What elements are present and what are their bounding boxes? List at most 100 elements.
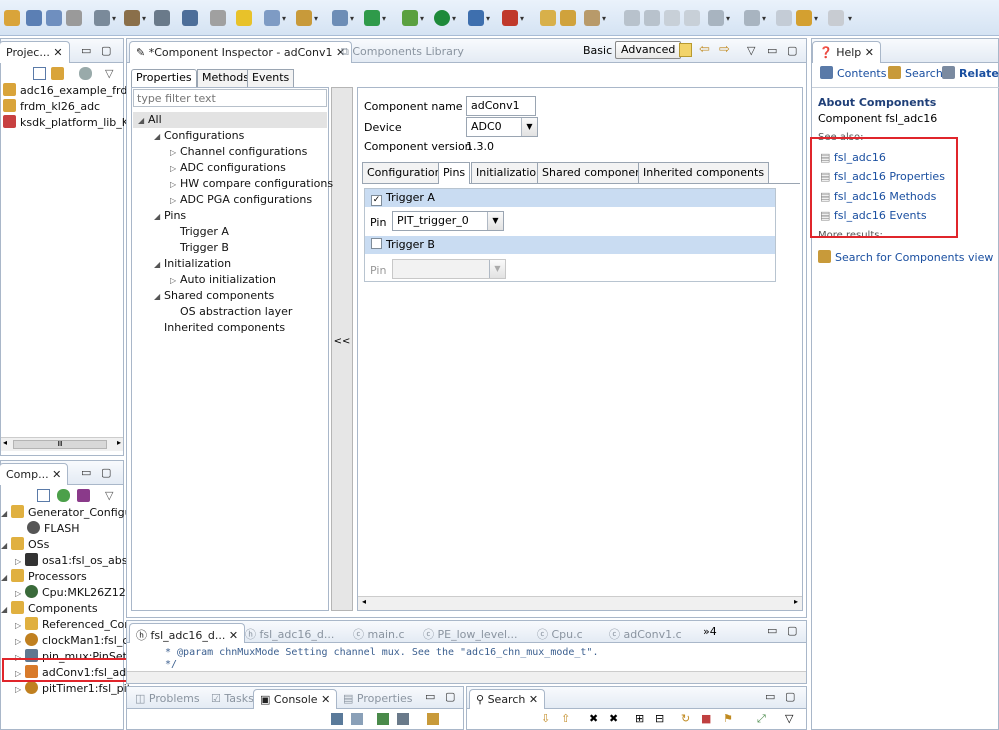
collapsed-icon[interactable]: ▷: [170, 145, 180, 161]
tree-item[interactable]: ◢ Shared components: [154, 288, 274, 304]
tab-source-file[interactable]: ⓒ Cpu.c: [531, 623, 589, 645]
print-icon[interactable]: [66, 10, 82, 26]
external-tool-icon[interactable]: [210, 10, 226, 26]
debug-config-icon[interactable]: [182, 10, 198, 26]
run-search-icon[interactable]: ↻: [681, 712, 690, 725]
minimize-icon[interactable]: ▭: [765, 690, 775, 703]
toggle-icon[interactable]: [664, 10, 680, 26]
forward-arrow-icon[interactable]: ⇨: [719, 42, 730, 57]
expand-all-icon[interactable]: ⊞: [635, 712, 644, 725]
chevron-down-icon[interactable]: ▼: [487, 212, 503, 230]
code-line[interactable]: * @param chnMuxMode Setting channel mux.…: [165, 647, 598, 658]
expanded-icon[interactable]: ◢: [154, 129, 164, 145]
dropdown-arrow-icon[interactable]: ▾: [314, 14, 318, 23]
refresh-icon[interactable]: [364, 10, 380, 26]
dropdown-arrow-icon[interactable]: ▾: [848, 14, 852, 23]
trigger-a-header[interactable]: ✓ Trigger A: [365, 189, 775, 207]
pen-icon[interactable]: [584, 10, 600, 26]
close-icon[interactable]: ✕: [52, 468, 61, 481]
maximize-icon[interactable]: ▢: [101, 466, 111, 479]
run-config-icon[interactable]: [468, 10, 484, 26]
scrollbar-thumb[interactable]: Ⅲ: [13, 440, 107, 449]
maximize-icon[interactable]: ▢: [785, 690, 795, 703]
tree-item[interactable]: ▷ Cpu:MKL26Z128: [15, 585, 133, 601]
tree-item[interactable]: Trigger A: [170, 224, 229, 240]
debug-icon[interactable]: [402, 10, 418, 26]
open-type-icon[interactable]: [560, 10, 576, 26]
mode-advanced-button[interactable]: Advanced: [615, 41, 682, 59]
view-menu-icon[interactable]: ▽: [105, 67, 113, 80]
dropdown-arrow-icon[interactable]: ▾: [520, 14, 524, 23]
tree-item[interactable]: Inherited components: [154, 320, 285, 336]
collapsed-icon[interactable]: ▷: [15, 586, 25, 602]
minimize-icon[interactable]: ▭: [767, 44, 777, 57]
maximize-icon[interactable]: ▢: [787, 624, 797, 637]
expanded-icon[interactable]: ◢: [1, 602, 11, 618]
run-icon[interactable]: [434, 10, 450, 26]
collapsed-icon[interactable]: ▷: [170, 273, 180, 289]
open-console-icon[interactable]: [377, 713, 389, 725]
minimize-icon[interactable]: ▭: [81, 44, 91, 57]
chevron-down-icon[interactable]: ▼: [521, 118, 537, 136]
prev-match-icon[interactable]: ⇧: [561, 712, 570, 725]
collapse-all-icon[interactable]: [33, 67, 46, 80]
maximize-icon[interactable]: ▢: [787, 44, 797, 57]
save-all-icon[interactable]: [46, 10, 62, 26]
expanded-icon[interactable]: ◢: [154, 209, 164, 225]
settings-icon[interactable]: [94, 10, 110, 26]
history-icon[interactable]: ⚑: [723, 712, 733, 725]
tree-item[interactable]: ◢ Initialization: [154, 256, 231, 272]
display-console-icon[interactable]: [397, 713, 409, 725]
collapsed-icon[interactable]: ▷: [170, 177, 180, 193]
new-project-icon[interactable]: [296, 10, 312, 26]
expanded-icon[interactable]: ◢: [154, 289, 164, 305]
close-icon[interactable]: ✕: [865, 46, 874, 59]
remove-match-icon[interactable]: ✖: [589, 712, 598, 725]
tree-item[interactable]: ▷ pitTimer1:fsl_pit: [15, 681, 131, 697]
tree-item[interactable]: ▷ osa1:fsl_os_abstr: [15, 553, 136, 569]
paint-icon[interactable]: [644, 10, 660, 26]
trigger-b-header[interactable]: Trigger B: [365, 236, 775, 254]
tree-item[interactable]: ◢ Components: [1, 601, 98, 617]
maximize-icon[interactable]: ▢: [445, 690, 455, 703]
back-arrow-icon[interactable]: ⇦: [699, 42, 710, 57]
cancel-search-icon[interactable]: ■: [701, 712, 711, 725]
tree-item[interactable]: ◢ All: [138, 112, 162, 128]
tree-item[interactable]: frdm_kl26_adc: [3, 99, 100, 115]
tab-components-library[interactable]: ⧉ Components Library: [335, 41, 470, 63]
lightning-icon[interactable]: [236, 10, 252, 26]
stop-icon[interactable]: [502, 10, 518, 26]
refresh-icon[interactable]: [57, 489, 70, 502]
scroll-left-icon[interactable]: ◂: [362, 597, 366, 606]
tab-source-file[interactable]: ⓒ adConv1.c: [603, 623, 688, 645]
dropdown-arrow-icon[interactable]: ▾: [814, 14, 818, 23]
minimize-icon[interactable]: ▭: [425, 690, 435, 703]
tree-item[interactable]: ▷ HW compare configurations: [170, 176, 333, 192]
filter-icon[interactable]: [79, 67, 92, 80]
close-icon[interactable]: ✕: [529, 693, 538, 706]
tab-properties-view[interactable]: ▤ Properties: [337, 689, 419, 711]
new-console-icon[interactable]: [427, 713, 439, 725]
view-menu-icon[interactable]: ▽: [747, 44, 755, 57]
dropdown-arrow-icon[interactable]: ▾: [486, 14, 490, 23]
dropdown-arrow-icon[interactable]: ▾: [382, 14, 386, 23]
tab-source-file[interactable]: ⓗ fsl_adc16_d...: [239, 623, 340, 645]
tree-item[interactable]: ◢ Generator_Configur: [1, 505, 136, 521]
next-match-icon[interactable]: ⇩: [541, 712, 550, 725]
forward-icon[interactable]: [828, 10, 844, 26]
expanded-icon[interactable]: ◢: [154, 257, 164, 273]
last-edit-icon[interactable]: [776, 10, 792, 26]
tab-methods[interactable]: Methods: [197, 69, 254, 87]
tab-search[interactable]: ⚲ Search ✕: [469, 689, 546, 709]
scroll-left-icon[interactable]: ◂: [3, 438, 7, 447]
save-icon[interactable]: [26, 10, 42, 26]
pin-a-select[interactable]: PIT_trigger_0 ▼: [392, 211, 504, 231]
tree-item[interactable]: ksdk_platform_lib_K: [3, 115, 129, 131]
close-icon[interactable]: ✕: [53, 46, 62, 59]
tab-source-file[interactable]: ⓒ PE_low_level...: [417, 623, 524, 645]
component-icon[interactable]: [77, 489, 90, 502]
dropdown-arrow-icon[interactable]: ▾: [762, 14, 766, 23]
more-tabs-button[interactable]: »4: [703, 625, 717, 638]
tree-item[interactable]: ◢ OSs: [1, 537, 49, 553]
collapse-panel-button[interactable]: <<: [331, 87, 353, 611]
